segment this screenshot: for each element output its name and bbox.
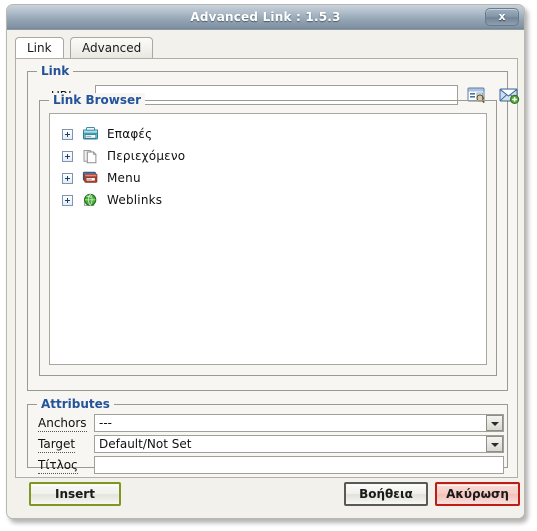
anchors-row: Anchors --- [38, 414, 504, 433]
title-input[interactable] [94, 456, 504, 474]
target-label: Target [38, 437, 76, 453]
anchors-value: --- [99, 416, 112, 430]
tree-item-label: Επαφές [107, 127, 153, 141]
title-row: Τίτλος [38, 456, 504, 475]
tree-item-label: Weblinks [107, 193, 163, 207]
tree-item-label: Περιεχόμενο [107, 149, 186, 163]
attributes-fieldset: Attributes Anchors --- Target Default/No… [27, 397, 508, 474]
attributes-legend: Attributes [37, 397, 114, 411]
tab-link[interactable]: Link [15, 37, 64, 58]
close-icon: x [498, 10, 506, 23]
dialog-button-bar: Insert Βοήθεια Ακύρωση [15, 482, 520, 510]
expand-plus-icon[interactable] [62, 194, 73, 206]
tree-item-content[interactable]: Περιεχόμενο [50, 145, 486, 167]
tab-advanced[interactable]: Advanced [70, 37, 154, 58]
target-value: Default/Not Set [99, 437, 192, 451]
tree-item-weblinks[interactable]: Weblinks [50, 189, 486, 211]
help-button[interactable]: Βοήθεια [344, 482, 428, 506]
new-email-icon[interactable] [498, 85, 520, 105]
menu-stack-icon [82, 170, 99, 186]
anchors-label: Anchors [38, 416, 87, 432]
cancel-button[interactable]: Ακύρωση [435, 482, 520, 506]
tab-content-panel: Link URL [15, 58, 520, 478]
tab-bar: Link Advanced [15, 37, 516, 59]
anchors-select[interactable]: --- [94, 414, 504, 432]
globe-icon [82, 192, 99, 208]
dialog-titlebar: Advanced Link : 1.5.3 x [7, 5, 524, 30]
tree-item-menu[interactable]: Menu [50, 167, 486, 189]
link-fieldset-legend: Link [37, 64, 74, 78]
target-row: Target Default/Not Set [38, 435, 504, 454]
link-fieldset: Link URL [27, 64, 520, 391]
link-browser-tree: Επαφές Περιεχόμενο Menu Weblinks [49, 113, 487, 365]
expand-plus-icon[interactable] [62, 172, 73, 184]
content-pages-icon [82, 148, 99, 164]
link-browser-legend: Link Browser [49, 93, 146, 107]
tree-item-contacts[interactable]: Επαφές [50, 123, 486, 145]
contacts-icon [82, 126, 99, 142]
dialog-body: Link Advanced Link URL [7, 30, 524, 518]
insert-button[interactable]: Insert [29, 482, 121, 506]
link-browser-fieldset: Link Browser Επαφές Περιεχόμενο Menu Web… [39, 93, 497, 376]
advanced-link-dialog: Advanced Link : 1.5.3 x Link Advanced Li… [6, 4, 525, 519]
expand-plus-icon[interactable] [62, 128, 73, 140]
close-button[interactable]: x [485, 8, 519, 26]
title-label: Τίτλος [38, 458, 79, 474]
target-select[interactable]: Default/Not Set [94, 435, 504, 453]
expand-plus-icon[interactable] [62, 150, 73, 162]
chevron-down-icon[interactable] [486, 415, 503, 431]
chevron-down-icon[interactable] [486, 436, 503, 452]
tree-item-label: Menu [107, 171, 141, 185]
dialog-title: Advanced Link : 1.5.3 [190, 10, 341, 24]
